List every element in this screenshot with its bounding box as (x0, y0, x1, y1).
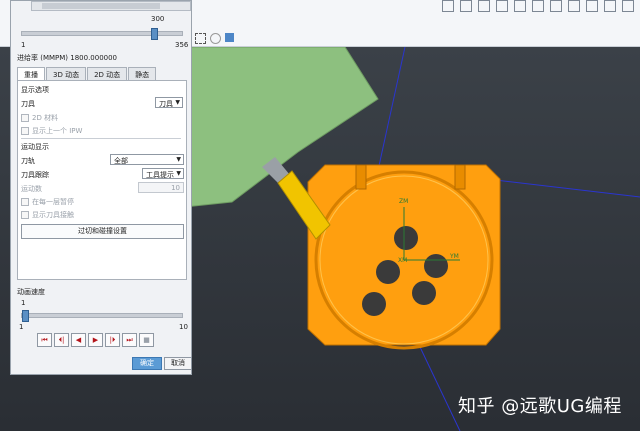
slot-left (355, 164, 367, 190)
path-dropdown[interactable]: 全部 ▼ (110, 154, 184, 165)
cb-label: 2D 材料 (32, 114, 59, 122)
checkbox-box[interactable] (21, 127, 29, 135)
tool-label: 刀具 (21, 100, 35, 108)
animation-speed-knob[interactable] (22, 310, 29, 322)
stop-button[interactable]: ■ (139, 333, 154, 347)
hole (424, 254, 448, 278)
chevron-down-icon: ▼ (175, 99, 180, 106)
view-icons (195, 33, 234, 44)
path-dropdown-value: 全部 (114, 157, 128, 165)
xm-label: XM (398, 257, 407, 264)
watermark: 知乎 @远歌UG编程 (458, 396, 622, 417)
step-slider-min: 1 (21, 41, 26, 49)
feed-rate-text: 进给率 (MMPM) 1800.000000 (17, 54, 118, 62)
cb-label: 在每一层暂停 (32, 198, 74, 206)
animation-speed-max: 10 (179, 323, 188, 331)
motion-count-label: 运动数 (21, 185, 42, 193)
cube-icon[interactable] (225, 33, 234, 42)
cb-pause-each-layer[interactable]: 在每一层暂停 (21, 197, 74, 207)
eye-icon[interactable] (210, 33, 221, 44)
trace-label: 刀具跟踪 (21, 171, 49, 179)
sheet-icon[interactable] (550, 0, 562, 12)
sheet-icon[interactable] (478, 0, 490, 12)
slot-right (454, 164, 466, 190)
step-forward-button[interactable]: |⏵ (105, 333, 120, 347)
scroll-thumb[interactable] (42, 3, 160, 9)
cb-2d-material[interactable]: 2D 材料 (21, 113, 58, 123)
ok-button[interactable]: 确定 (132, 357, 162, 370)
zm-label: ZM (399, 198, 408, 205)
animation-speed-min: 1 (19, 323, 24, 331)
top-scrollbar[interactable] (31, 1, 191, 11)
step-slider-knob[interactable] (151, 28, 159, 40)
tool-dropdown[interactable]: 刀具 ▼ (155, 97, 183, 108)
play-button[interactable]: ▶ (88, 333, 103, 347)
trace-dropdown[interactable]: 工具提示 ▼ (142, 168, 184, 179)
axis-line (419, 346, 461, 431)
hole (376, 260, 400, 284)
checkbox-box[interactable] (21, 114, 29, 122)
ym-label: YM (449, 253, 459, 260)
chevron-down-icon: ▼ (176, 156, 181, 163)
divider (21, 138, 181, 139)
toolbar-icons (442, 0, 634, 12)
tool-path-visualization-dialog: 300 1 356 进给率 (MMPM) 1800.000000 重播 3D 动… (10, 0, 192, 375)
step-slider-value: 300 (151, 15, 165, 23)
check-icon[interactable] (442, 0, 454, 12)
hole (412, 281, 436, 305)
cb-label: 显示刀具接触 (32, 211, 74, 219)
sheet-icon[interactable] (460, 0, 472, 12)
hole (362, 292, 386, 316)
animation-speed-value: 1 (21, 299, 26, 307)
animation-speed-title: 动画速度 (17, 288, 45, 296)
sheet-icon[interactable] (604, 0, 616, 12)
step-slider-max: 356 (175, 41, 189, 49)
display-options-title: 显示选项 (21, 86, 49, 94)
play-reverse-button[interactable]: ◀ (71, 333, 86, 347)
cancel-button[interactable]: 取消 (164, 357, 192, 370)
sheet-icon[interactable] (568, 0, 580, 12)
box-select-icon[interactable] (195, 33, 206, 44)
cb-label: 显示上一个 IPW (32, 127, 83, 135)
sheet-icon[interactable] (586, 0, 598, 12)
sheet-icon[interactable] (514, 0, 526, 12)
sheet-icon[interactable] (532, 0, 544, 12)
chevron-down-icon: ▼ (176, 170, 181, 177)
fast-forward-button[interactable]: ⏭ (122, 333, 137, 347)
cb-show-contact[interactable]: 显示刀具接触 (21, 210, 74, 220)
hole (394, 226, 418, 250)
sheet-icon[interactable] (496, 0, 508, 12)
checkbox-box[interactable] (21, 198, 29, 206)
trace-dropdown-value: 工具提示 (146, 171, 174, 179)
path-label: 刀轨 (21, 157, 35, 165)
tool-dropdown-value: 刀具 (159, 100, 173, 108)
motion-display-title: 运动显示 (21, 143, 49, 151)
motion-count-field[interactable]: 10 (138, 182, 184, 193)
animation-speed-slider[interactable] (21, 310, 183, 322)
sheet-icon[interactable] (622, 0, 634, 12)
step-back-button[interactable]: ⏴| (54, 333, 69, 347)
step-slider[interactable] (21, 28, 183, 40)
checkbox-box[interactable] (21, 211, 29, 219)
cb-prev-ipw[interactable]: 显示上一个 IPW (21, 126, 82, 136)
replay-tab-body: 显示选项 刀具 刀具 ▼ 2D 材料 显示上一个 IPW 运动显示 刀轨 全部 ▼ … (17, 80, 187, 280)
playback-controls: ⏮ ⏴| ◀ ▶ |⏵ ⏭ ■ (37, 333, 154, 347)
rewind-to-start-button[interactable]: ⏮ (37, 333, 52, 347)
gouge-settings-button[interactable]: 过切和碰撞设置 (21, 224, 184, 239)
